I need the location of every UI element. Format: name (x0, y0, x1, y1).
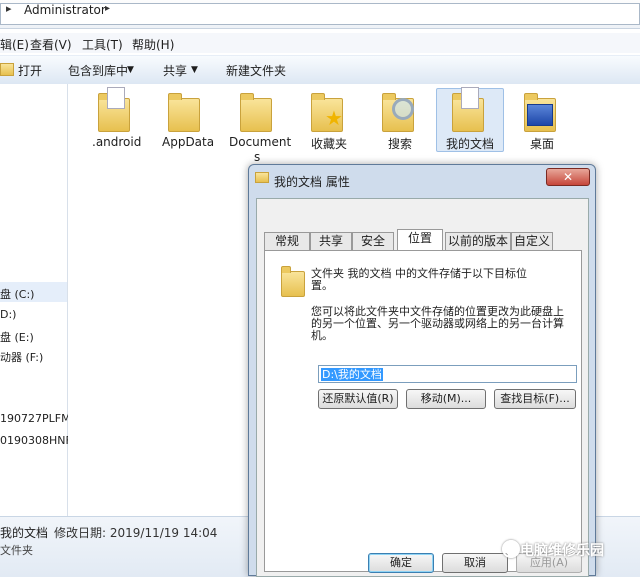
tab-sharing[interactable]: 共享 (310, 232, 352, 250)
folder-label: 搜索 (388, 137, 413, 151)
location-path-input[interactable]: D:\我的文档 (318, 365, 577, 383)
watermark-text: 电脑维修乐园 (520, 543, 604, 559)
address-crumb[interactable]: Administrator (24, 3, 106, 17)
cancel-button[interactable]: 取消 (442, 553, 508, 573)
chevron-right-icon: ▸ (6, 2, 12, 15)
nav-item-c-drive[interactable]: 盘 (C:) (0, 286, 34, 302)
menu-view[interactable]: 查看(V) (30, 36, 72, 53)
status-type: 文件夹 (0, 544, 33, 557)
folder-icon (240, 93, 272, 132)
folder-icon (452, 87, 484, 132)
navigation-pane: 盘 (C:) D:) 盘 (E:) 动器 (F:) 190727PLFM 019… (0, 84, 72, 516)
folder-label: 桌面 (530, 137, 555, 151)
folder-label: .android (92, 135, 142, 149)
restore-default-button[interactable]: 还原默认值(R) (318, 389, 398, 409)
location-panel: 文件夹 我的文档 中的文件存储于以下目标位 置。 您可以将此文件夹中文件存储的位… (264, 250, 582, 572)
location-desc-1b: 置。 (311, 279, 333, 292)
folder-label: Document (229, 135, 292, 149)
status-modified: 修改日期: 2019/11/19 14:04 (54, 526, 218, 540)
nav-item-network-1[interactable]: 190727PLFM (0, 412, 71, 425)
desktop-icon (527, 104, 553, 126)
nav-item-e-drive[interactable]: 盘 (E:) (0, 329, 34, 345)
properties-dialog: 我的文档 属性 ✕ 常规 共享 安全 位置 以前的版本 自定义 文件夹 我的文档… (248, 164, 596, 577)
new-folder-button[interactable]: 新建文件夹 (226, 62, 286, 79)
location-desc-2c: 机。 (311, 329, 333, 342)
find-target-button[interactable]: 查找目标(F)... (494, 389, 576, 409)
folder-icon (255, 172, 269, 183)
location-path-value: D:\我的文档 (321, 368, 383, 381)
folder-label-wrap: s (254, 150, 261, 164)
move-button[interactable]: 移动(M)... (406, 389, 486, 409)
open-folder-icon (0, 63, 14, 76)
folder-label: 收藏夹 (311, 137, 348, 151)
folder-label: AppData (162, 135, 215, 149)
tab-customize[interactable]: 自定义 (511, 232, 553, 250)
tab-location[interactable]: 位置 (397, 229, 443, 250)
tab-security[interactable]: 安全 (352, 232, 394, 250)
nav-item-network-2[interactable]: 0190308HNF (0, 434, 72, 447)
chevron-down-icon: ▼ (191, 65, 198, 75)
toolbar: 打开 包含到库中 ▼ 共享 ▼ 新建文件夹 (0, 55, 640, 85)
menu-help[interactable]: 帮助(H) (132, 36, 174, 53)
dialog-body: 常规 共享 安全 位置 以前的版本 自定义 文件夹 我的文档 中的文件存储于以下… (256, 198, 589, 577)
status-name: 我的文档 (0, 526, 49, 540)
menu-tools[interactable]: 工具(T) (82, 36, 123, 53)
nav-item-f-drive[interactable]: 动器 (F:) (0, 349, 43, 365)
wechat-logo-icon (502, 540, 520, 558)
chevron-down-icon: ▼ (127, 65, 134, 75)
folder-icon (281, 266, 305, 297)
menu-bar: 辑(E) 查看(V) 工具(T) 帮助(H) (0, 33, 640, 53)
dialog-title: 我的文档 属性 (274, 175, 350, 189)
folder-icon (98, 87, 130, 132)
include-library-button[interactable]: 包含到库中 (68, 62, 128, 79)
folder-label: 我的文档 (446, 137, 495, 151)
ok-button[interactable]: 确定 (368, 553, 434, 573)
menu-edit[interactable]: 辑(E) (0, 36, 29, 53)
share-button[interactable]: 共享 (163, 62, 187, 79)
location-desc-1: 文件夹 我的文档 中的文件存储于以下目标位 (311, 267, 527, 280)
nav-item-d-drive[interactable]: D:) (0, 308, 16, 321)
location-desc-2b: 的另一个位置、另一个驱动器或网络上的另一台计算 (311, 317, 564, 330)
tab-previous-versions[interactable]: 以前的版本 (445, 232, 511, 250)
open-button[interactable]: 打开 (18, 62, 42, 79)
tab-general[interactable]: 常规 (264, 232, 310, 250)
chevron-right-icon: ▸ (105, 3, 111, 14)
close-button[interactable]: ✕ (546, 168, 590, 186)
address-bar[interactable]: ▸ Administrator ▸ (0, 0, 640, 29)
star-icon: ★ (325, 106, 343, 130)
search-icon (392, 98, 414, 120)
folder-icon (168, 93, 200, 132)
